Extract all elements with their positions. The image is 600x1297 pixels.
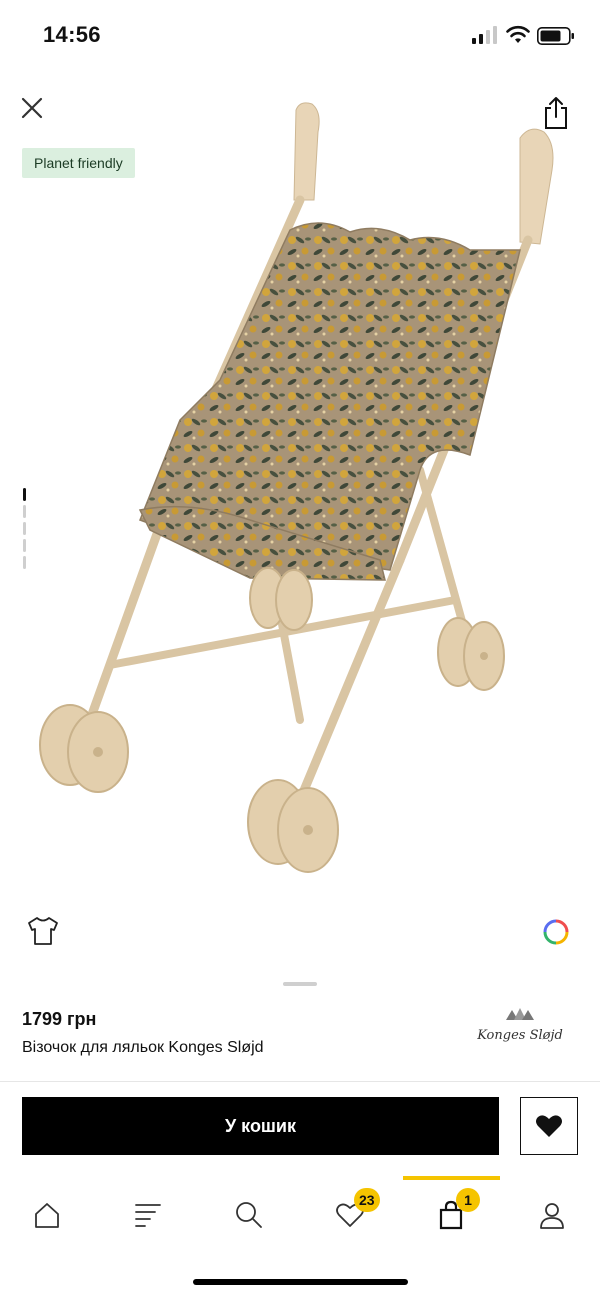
divider [0,1081,600,1082]
product-name: Візочок для ляльок Konges Sløjd [22,1039,264,1056]
status-bar: 14:56 [0,0,600,72]
size-guide-button[interactable] [26,914,60,948]
cart-count-badge: 1 [456,1188,480,1212]
home-indicator [193,1279,408,1285]
add-to-cart-button[interactable]: У кошик [22,1097,499,1155]
product-gallery[interactable] [0,72,600,982]
heart-icon [536,1115,562,1137]
tshirt-icon [28,917,58,945]
active-tab-indicator [403,1176,500,1180]
tab-search[interactable] [229,1195,269,1235]
gallery-pagination[interactable] [23,488,27,573]
share-button[interactable] [542,96,570,130]
doll-stroller-image [39,102,554,873]
gallery-dot[interactable] [23,505,26,518]
product-price: 1799 грн [22,1009,97,1029]
brand-mountain-icon [506,1008,534,1020]
close-icon [21,97,43,119]
tab-home[interactable] [27,1195,67,1235]
home-icon [35,1203,59,1228]
add-to-favorites-button[interactable] [520,1097,578,1155]
brand-logo-text: Konges Sløjd [477,1028,563,1043]
color-wheel-icon [543,919,569,945]
brand-logo[interactable]: Konges Sløjd [472,1004,568,1060]
gallery-dot[interactable] [23,556,26,569]
color-variants-button[interactable] [543,919,569,945]
gallery-dot[interactable] [23,522,26,535]
planet-friendly-badge: Planet friendly [22,148,135,178]
favorites-count-badge: 23 [354,1188,380,1212]
gallery-dot-active[interactable] [23,488,26,501]
share-icon [545,97,567,129]
battery-icon [537,27,574,45]
search-icon [236,1202,262,1228]
profile-icon [540,1203,564,1229]
status-time: 14:56 [43,22,101,47]
cellular-signal-icon [472,26,497,44]
gallery-dot[interactable] [23,539,26,552]
sheet-drag-handle[interactable] [283,982,317,986]
tab-catalog[interactable] [128,1195,168,1235]
wifi-icon [506,25,530,43]
catalog-icon [135,1204,161,1227]
tab-profile[interactable] [532,1195,572,1235]
close-button[interactable] [18,94,46,122]
